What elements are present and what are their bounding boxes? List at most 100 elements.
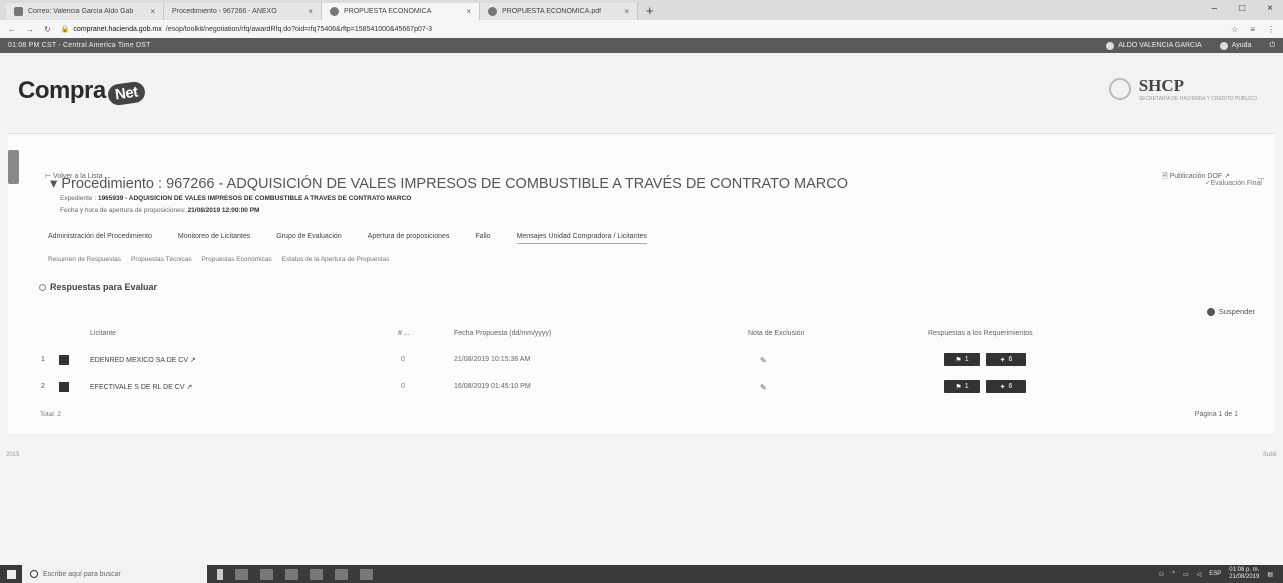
pagination: Página 1 de 1: [1194, 411, 1238, 418]
column-header-licitante[interactable]: Licitante: [90, 330, 116, 337]
maximize-button[interactable]: □: [1239, 3, 1245, 14]
subtab-resumen[interactable]: Resumen de Respuestas: [48, 256, 121, 263]
address-bar: ← → ↻ 🔒 compranet.hacienda.gob.mx /esop/…: [0, 20, 1283, 38]
licitante-name[interactable]: EFECTIVALE S DE RL DE CV ↗: [90, 383, 192, 391]
logo-net: Net: [106, 80, 146, 107]
volume-icon[interactable]: ◁: [1197, 571, 1202, 578]
subtab-estatus[interactable]: Estatus de la Apertura de Propuestas: [282, 256, 390, 263]
tab-title: Correo: Valencia García Aldo Gab: [28, 8, 134, 15]
subtab-tecnicas[interactable]: Propuestas Técnicas: [131, 256, 192, 263]
expediente-value: 1965939 - ADQUISICION DE VALES IMPRESOS …: [97, 195, 412, 202]
user-icon: [1106, 41, 1115, 50]
row-number: 1: [41, 356, 45, 363]
licitante-name[interactable]: EDENRED MEXICO SA DE CV ↗: [90, 356, 196, 364]
start-button[interactable]: [0, 565, 22, 583]
edge-icon[interactable]: [260, 568, 273, 580]
subtab-economicas[interactable]: Propuestas Económicas: [202, 256, 272, 263]
task-view-icon[interactable]: [235, 568, 248, 580]
chevron-up-icon[interactable]: ^: [1172, 571, 1175, 577]
expediente-label: Expediente :: [60, 195, 97, 202]
user-menu[interactable]: ALDO VALENCIA GARCIA: [1106, 41, 1202, 50]
suspend-icon: [1206, 307, 1215, 316]
table-row: 2 EFECTIVALE S DE RL DE CV ↗ 0 16/08/201…: [8, 380, 1275, 403]
windows-taskbar: Escribe aquí para buscar ⚇ ^ ▭ ◁ ESP 01:…: [0, 565, 1283, 583]
suspend-button[interactable]: Suspender: [1206, 307, 1255, 316]
scroll-top-link[interactable]: Subir: [1263, 452, 1277, 458]
extensions-icon[interactable]: ≡: [1250, 25, 1255, 34]
language-indicator[interactable]: ESP: [1209, 571, 1221, 577]
seal-icon: [1108, 78, 1131, 100]
procedure-card: ⊢ Volver a la Lista 🗎 Publicación DOF ↗ …: [8, 133, 1275, 433]
procedure-title-text: Procedimiento : 967266 - ADQUISICIÓN DE …: [61, 176, 849, 192]
tab-apertura[interactable]: Apertura de proposiciones: [368, 233, 450, 244]
fecha-label: Fecha y hora de apertura de proposicione…: [60, 207, 186, 214]
external-link-icon: ↗: [189, 357, 196, 364]
bookmark-star-icon[interactable]: ☆: [1231, 25, 1238, 34]
logout-icon[interactable]: ⏻: [1269, 42, 1275, 50]
people-icon[interactable]: ⚇: [1159, 571, 1164, 578]
tab-fallo[interactable]: Fallo: [475, 233, 490, 244]
url-field[interactable]: 🔒 compranet.hacienda.gob.mx /esop/toolki…: [61, 25, 1221, 34]
close-icon[interactable]: ×: [466, 7, 471, 16]
requirement-button-2[interactable]: ✦ 6: [986, 353, 1026, 366]
requirement-button-1[interactable]: ⚑ 1: [944, 353, 980, 366]
external-link-icon: ↗: [186, 384, 193, 391]
row-date: 21/08/2019 10:15:36 AM: [454, 356, 531, 363]
flag-icon: ⚑: [955, 383, 962, 391]
side-panel-handle[interactable]: [8, 150, 19, 184]
browser-tab-propuesta-pdf[interactable]: PROPUESTA ECONOMICA.pdf ×: [480, 3, 638, 20]
tab-mensajes[interactable]: Mensajes Unidad Compradora / Licitantes: [516, 233, 647, 244]
user-name: ALDO VALENCIA GARCIA: [1118, 42, 1202, 49]
requirement-button-2[interactable]: ✦ 6: [986, 380, 1026, 393]
new-tab-button[interactable]: +: [638, 3, 662, 20]
browser-tab-propuesta[interactable]: PROPUESTA ECONOMICA ×: [322, 3, 480, 20]
tab-administracion[interactable]: Administración del Procedimiento: [48, 233, 152, 244]
tab-title: PROPUESTA ECONOMICA.pdf: [502, 8, 602, 15]
reload-icon[interactable]: ↻: [44, 25, 51, 34]
close-window-button[interactable]: ×: [1267, 3, 1273, 14]
pdf-icon[interactable]: [59, 355, 69, 365]
browser-tab-mail[interactable]: Correo: Valencia García Aldo Gab ×: [6, 3, 164, 20]
pdf-icon[interactable]: [59, 382, 69, 392]
back-arrow-icon[interactable]: ←: [8, 25, 16, 34]
requirement-button-1[interactable]: ⚑ 1: [944, 380, 980, 393]
browser-tab-strip: Correo: Valencia García Aldo Gab × Proce…: [0, 0, 1283, 20]
cortana-icon: [30, 570, 38, 578]
tab-grupo-evaluacion[interactable]: Grupo de Evaluación: [276, 233, 341, 244]
compranet-logo[interactable]: Compra Net: [18, 77, 146, 107]
sub-tabs: Resumen de Respuestas Propuestas Técnica…: [48, 256, 389, 263]
browser-tab-procedure[interactable]: Procedimiento - 967266 - ANEXO ×: [164, 3, 322, 20]
taskbar-search[interactable]: Escribe aquí para buscar: [22, 565, 207, 583]
network-icon[interactable]: ▭: [1183, 571, 1189, 578]
excel-icon[interactable]: [360, 568, 373, 580]
fecha-apertura-line: Fecha y hora de apertura de proposicione…: [60, 207, 259, 214]
notifications-icon[interactable]: ▤: [1267, 571, 1273, 578]
taskbar-clock[interactable]: 01:08 p. m. 21/08/2019: [1229, 567, 1259, 581]
row-count: 0: [401, 356, 405, 363]
column-header-fecha[interactable]: Fecha Propuesta (dd/mm/yyyy): [454, 330, 551, 337]
close-icon[interactable]: ×: [308, 7, 313, 16]
globe-icon: [330, 7, 339, 16]
collapse-chevron-icon[interactable]: ▾: [50, 176, 61, 192]
section-title-text: Respuestas para Evaluar: [50, 282, 158, 292]
help-menu[interactable]: Ayuda: [1219, 41, 1251, 50]
footer-year: 2015: [6, 452, 20, 458]
suspend-label: Suspender: [1218, 307, 1255, 316]
edit-note-icon[interactable]: ✎: [760, 383, 767, 392]
close-icon[interactable]: ×: [150, 7, 155, 16]
column-header-count[interactable]: # ...: [398, 330, 410, 337]
site-header: Compra Net SHCP SECRETARÍA DE HACIENDA Y …: [0, 53, 1283, 123]
chrome-icon[interactable]: [285, 568, 298, 580]
store-icon[interactable]: [335, 568, 348, 580]
tab-title: Procedimiento - 967266 - ANEXO: [172, 8, 277, 15]
url-domain: compranet.hacienda.gob.mx: [73, 25, 162, 33]
close-icon[interactable]: ×: [624, 7, 629, 16]
flag-icon: ⚑: [955, 356, 962, 364]
mic-icon[interactable]: [217, 568, 223, 580]
edit-note-icon[interactable]: ✎: [760, 356, 767, 365]
forward-arrow-icon[interactable]: →: [26, 25, 34, 34]
minimize-button[interactable]: –: [1212, 3, 1218, 14]
tab-monitoreo[interactable]: Monitoreo de Licitantes: [178, 233, 250, 244]
menu-kebab-icon[interactable]: ⋮: [1267, 25, 1275, 34]
file-explorer-icon[interactable]: [310, 568, 323, 580]
